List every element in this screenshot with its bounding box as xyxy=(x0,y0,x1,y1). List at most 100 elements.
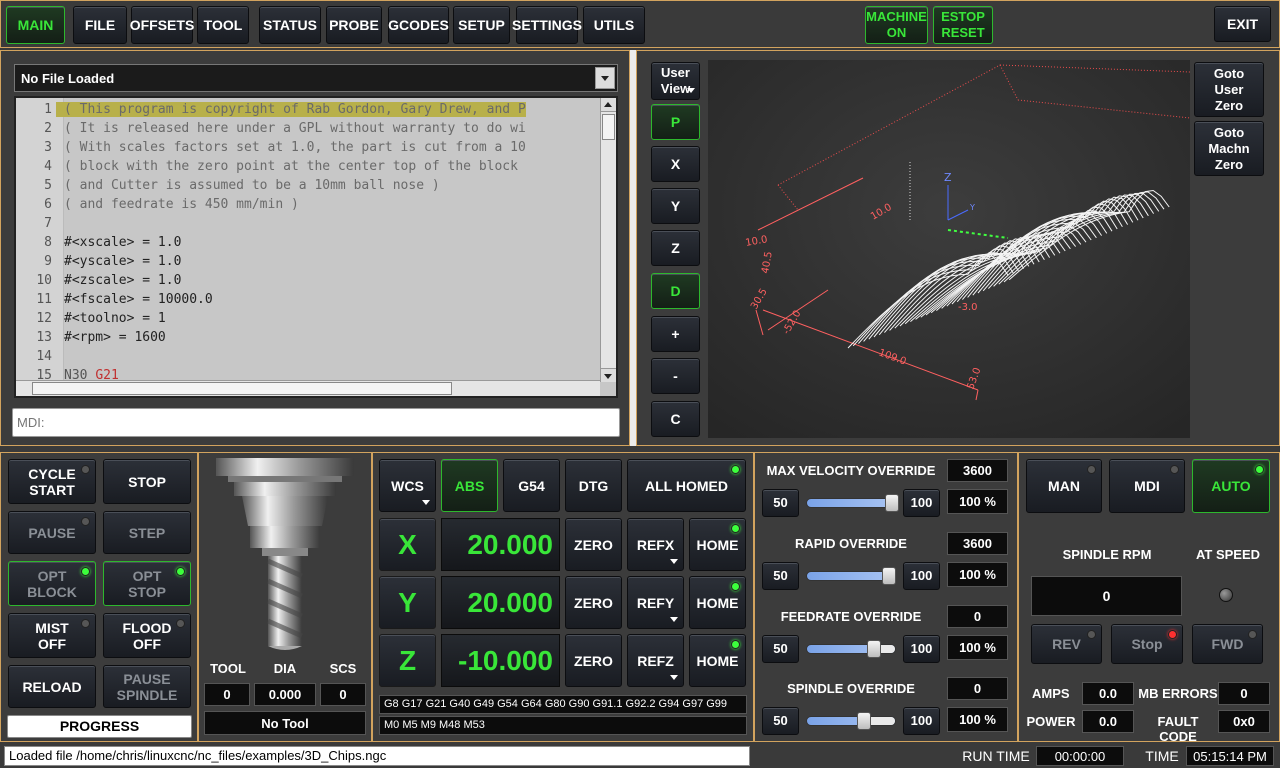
override-value-field: 3600 xyxy=(947,532,1008,555)
vertical-scroll-thumb[interactable] xyxy=(602,114,615,140)
dimension-label: -3.0 xyxy=(958,302,978,313)
reload-button[interactable]: RELOAD xyxy=(8,665,96,708)
horizontal-scroll-thumb[interactable] xyxy=(32,382,452,395)
user-view-button[interactable]: User View xyxy=(651,62,700,100)
override-value-field: 3600 xyxy=(947,459,1008,482)
tab-main[interactable]: MAIN xyxy=(6,6,65,44)
tab-label: OFFSETS xyxy=(129,17,195,33)
home-z-button[interactable]: HOME xyxy=(689,634,746,687)
view-button-p[interactable]: P xyxy=(651,104,700,140)
flood-button[interactable]: FLOOD OFF xyxy=(103,613,191,658)
horizontal-scrollbar[interactable] xyxy=(16,380,600,396)
pause-button[interactable]: PAUSE xyxy=(8,511,96,554)
view-button-zoom-out[interactable]: - xyxy=(651,358,700,394)
all-homed-button[interactable]: ALL HOMED xyxy=(627,459,746,512)
view-button-c[interactable]: C xyxy=(651,401,700,437)
tab-tool[interactable]: TOOL xyxy=(197,6,249,44)
line-text: #<rpm> = 1600 xyxy=(64,330,166,345)
mdi-mode-button[interactable]: MDI xyxy=(1109,459,1185,513)
tab-status[interactable]: STATUS xyxy=(259,6,321,44)
ref-y-button[interactable]: REFY xyxy=(627,576,684,629)
stop-button[interactable]: STOP xyxy=(103,459,191,504)
override-max-button[interactable]: 100 xyxy=(903,707,940,735)
axis-y-select[interactable]: Y xyxy=(379,576,436,629)
line-number: 14 xyxy=(36,349,52,364)
zero-x-button[interactable]: ZERO xyxy=(565,518,622,571)
spindle-rev-button[interactable]: REV xyxy=(1031,624,1102,664)
axis-letter: Z xyxy=(398,644,417,676)
view-button-x[interactable]: X xyxy=(651,146,700,182)
cycle-start-button[interactable]: CYCLE START xyxy=(8,459,96,504)
home-x-button[interactable]: HOME xyxy=(689,518,746,571)
tab-file[interactable]: FILE xyxy=(73,6,127,44)
auto-mode-button[interactable]: AUTO xyxy=(1192,459,1270,513)
override-max-button[interactable]: 100 xyxy=(903,635,940,663)
man-mode-button[interactable]: MAN xyxy=(1026,459,1102,513)
dtg-button[interactable]: DTG xyxy=(565,459,622,512)
estop-reset-button[interactable]: ESTOP RESET xyxy=(933,6,993,44)
goto-user-zero-button[interactable]: Goto User Zero xyxy=(1194,62,1264,117)
view-button-d[interactable]: D xyxy=(651,273,700,309)
override-slider[interactable] xyxy=(806,567,897,585)
wcs-button[interactable]: WCS xyxy=(379,459,436,512)
chevron-down-icon[interactable] xyxy=(595,67,615,89)
view-button-zoom-in[interactable]: + xyxy=(651,316,700,352)
axis-x-select[interactable]: X xyxy=(379,518,436,571)
tab-probe[interactable]: PROBE xyxy=(326,6,382,44)
mdi-input[interactable] xyxy=(12,408,620,437)
file-select[interactable]: No File Loaded xyxy=(14,64,618,92)
override-max-button[interactable]: 100 xyxy=(903,489,940,517)
opt-block-button[interactable]: OPT BLOCK xyxy=(8,561,96,606)
code-line: 5 ( and Cutter is assumed to be a 10mm ba… xyxy=(16,176,600,195)
override-min-button[interactable]: 50 xyxy=(762,635,799,663)
override-max-button[interactable]: 100 xyxy=(903,562,940,590)
step-button[interactable]: STEP xyxy=(103,511,191,554)
line-number: 9 xyxy=(44,254,52,269)
override-slider-handle[interactable] xyxy=(885,494,899,512)
override-slider[interactable] xyxy=(806,494,899,512)
override-value: 0 xyxy=(973,609,982,624)
exit-button[interactable]: EXIT xyxy=(1214,6,1271,42)
override-min-button[interactable]: 50 xyxy=(762,562,799,590)
tab-utils[interactable]: UTILS xyxy=(583,6,645,44)
view-button-y[interactable]: Y xyxy=(651,188,700,224)
override-slider-handle[interactable] xyxy=(882,567,897,585)
override-slider-handle[interactable] xyxy=(867,640,882,658)
spindle-stop-label: Stop xyxy=(1131,636,1163,652)
override-title: SPINDLE OVERRIDE xyxy=(787,681,915,696)
tab-gcodes[interactable]: GCODES xyxy=(388,6,449,44)
axis-z-select[interactable]: Z xyxy=(379,634,436,687)
pause-label: PAUSE xyxy=(28,524,76,541)
override-slider[interactable] xyxy=(806,640,896,658)
override-slider-handle[interactable] xyxy=(856,712,871,730)
ref-z-button[interactable]: REFZ xyxy=(627,634,684,687)
vertical-scrollbar[interactable] xyxy=(600,98,616,382)
line-number: 8 xyxy=(44,235,52,250)
spindle-fwd-button[interactable]: FWD xyxy=(1192,624,1263,664)
goto-machn-zero-button[interactable]: Goto Machn Zero xyxy=(1194,121,1264,176)
spindle-stop-button[interactable]: Stop xyxy=(1111,624,1183,664)
view-button-z[interactable]: Z xyxy=(651,230,700,266)
override-min-button[interactable]: 50 xyxy=(762,707,799,735)
code-line: 2 ( It is released here under a GPL witho… xyxy=(16,119,600,138)
override-title: MAX VELOCITY OVERRIDE xyxy=(766,463,936,478)
toolpath-preview[interactable]: Z Y 10.040.530.5-52.0109.053.0-3.010.0 xyxy=(708,60,1190,438)
ref-x-button[interactable]: REFX xyxy=(627,518,684,571)
override-slider[interactable] xyxy=(806,712,896,730)
home-y-button[interactable]: HOME xyxy=(689,576,746,629)
mist-button[interactable]: MIST OFF xyxy=(8,613,96,658)
view-button-label: X xyxy=(670,156,681,172)
zero-y-button[interactable]: ZERO xyxy=(565,576,622,629)
line-text: ( and Cutter is assumed to be a 10mm bal… xyxy=(64,178,440,193)
pause-spindle-button[interactable]: PAUSE SPINDLE xyxy=(103,665,191,708)
zero-z-button[interactable]: ZERO xyxy=(565,634,622,687)
g54-button[interactable]: G54 xyxy=(503,459,560,512)
tab-offsets[interactable]: OFFSETS xyxy=(129,6,195,44)
code-editor[interactable]: 1 ( This program is copyright of Rab Gord… xyxy=(14,96,618,398)
opt-stop-button[interactable]: OPT STOP xyxy=(103,561,191,606)
abs-button[interactable]: ABS xyxy=(441,459,498,512)
tab-settings[interactable]: SETTINGS xyxy=(512,6,582,44)
machine-on-button[interactable]: MACHINE ON xyxy=(865,6,928,44)
tab-setup[interactable]: SETUP xyxy=(453,6,510,44)
override-min-button[interactable]: 50 xyxy=(762,489,799,517)
